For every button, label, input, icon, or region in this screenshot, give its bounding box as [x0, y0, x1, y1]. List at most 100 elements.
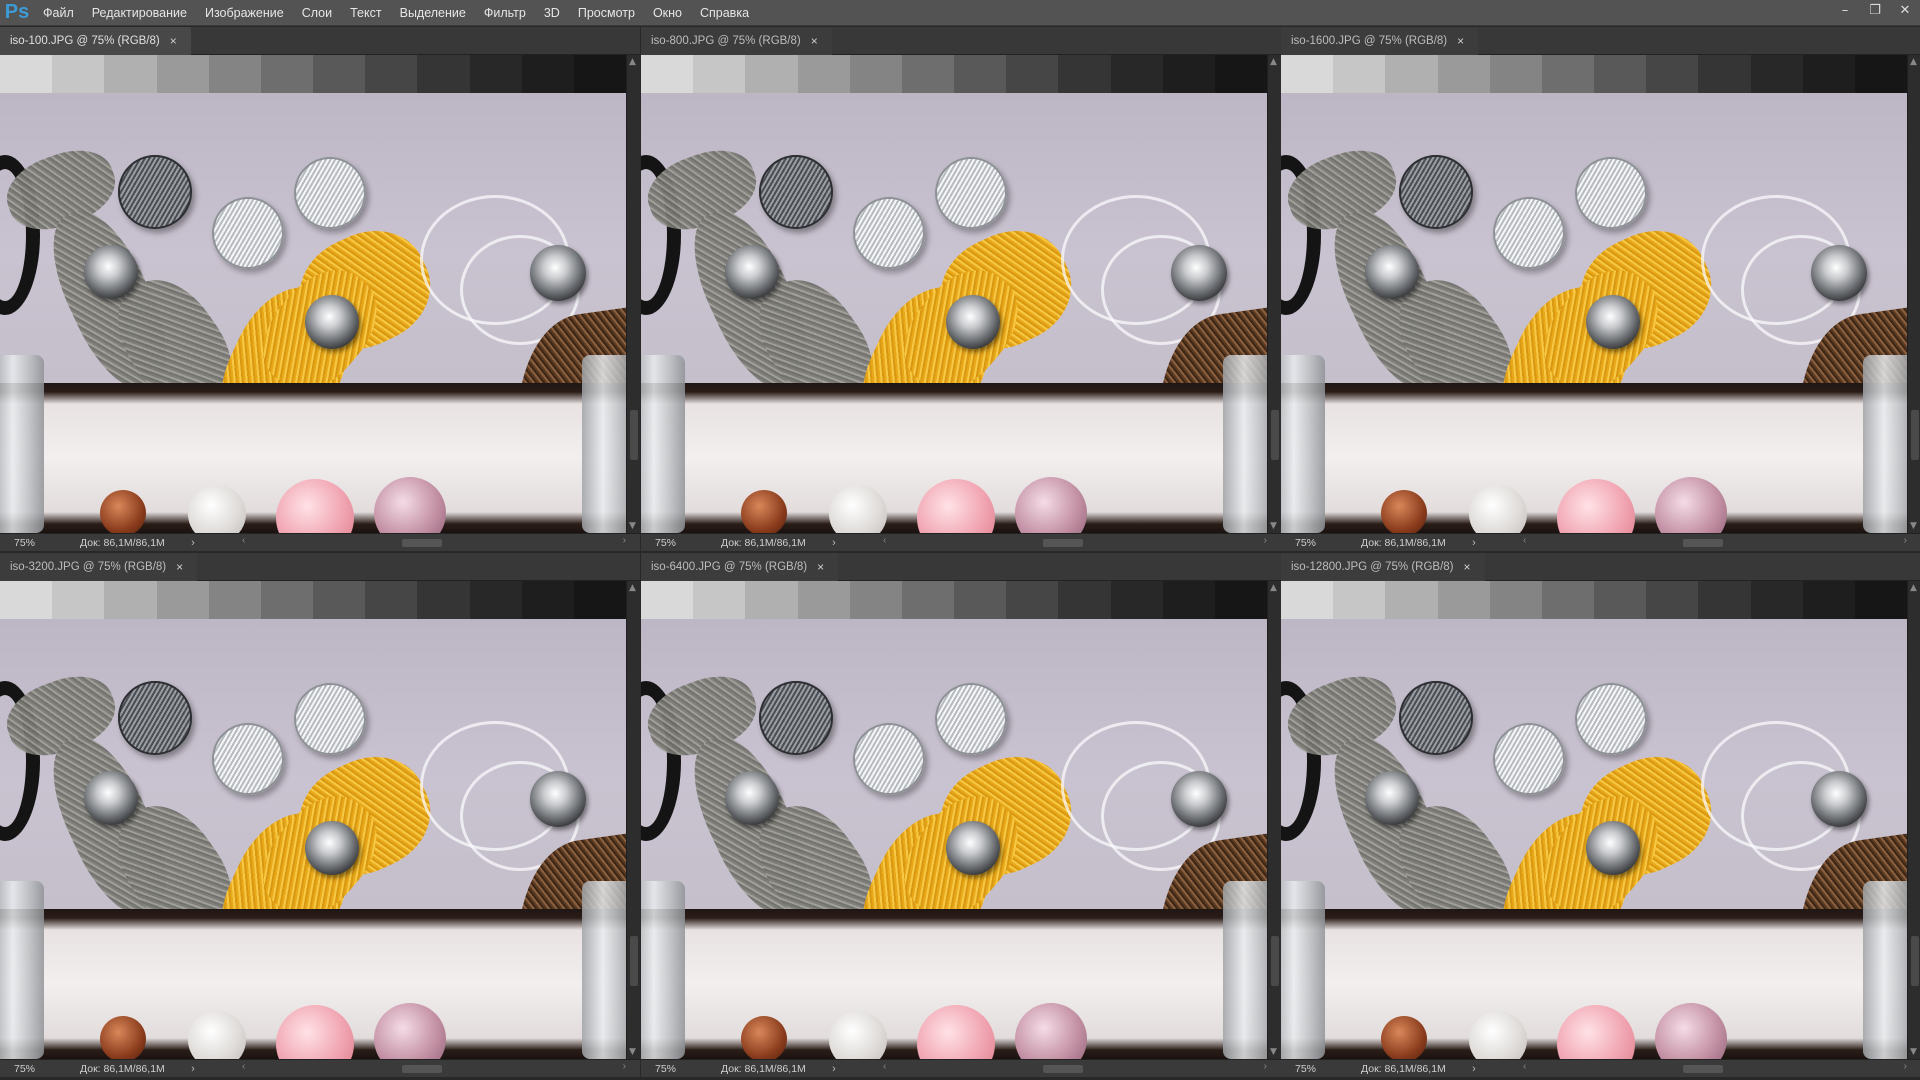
document-tab[interactable]: iso-800.JPG @ 75% (RGB/8) ×: [641, 27, 832, 55]
scroll-left-icon[interactable]: ‹: [883, 535, 886, 546]
document-canvas[interactable]: ▲ ▼: [0, 581, 640, 1059]
vertical-scroll-thumb[interactable]: [1271, 410, 1279, 460]
horizontal-scrollbar[interactable]: ‹ ›: [242, 1061, 626, 1074]
status-menu-arrow-icon[interactable]: ›: [182, 1063, 204, 1075]
scroll-right-icon[interactable]: ›: [623, 535, 626, 546]
photoshop-logo[interactable]: Ps: [0, 0, 34, 26]
minimize-button[interactable]: –: [1830, 0, 1860, 20]
vertical-scroll-thumb[interactable]: [630, 936, 638, 986]
scroll-down-icon[interactable]: ▼: [629, 1047, 636, 1057]
status-menu-arrow-icon[interactable]: ›: [823, 537, 845, 549]
menu-image[interactable]: Изображение: [196, 0, 293, 26]
vertical-scrollbar[interactable]: ▲ ▼: [1907, 581, 1920, 1059]
restore-button[interactable]: ❐: [1860, 0, 1890, 20]
close-tab-icon[interactable]: ×: [176, 560, 183, 574]
document-tab-title: iso-100.JPG @ 75% (RGB/8): [10, 35, 160, 47]
document-window: iso-6400.JPG @ 75% (RGB/8) × ▲ ▼ 75% Док…: [641, 553, 1281, 1077]
scroll-left-icon[interactable]: ‹: [883, 1061, 886, 1072]
zoom-level-field[interactable]: 75%: [0, 537, 52, 549]
close-tab-icon[interactable]: ×: [1464, 560, 1471, 574]
gray-scale-strip: [0, 55, 626, 93]
scroll-up-icon[interactable]: ▲: [1910, 583, 1917, 593]
vertical-scrollbar[interactable]: ▲ ▼: [1267, 581, 1281, 1059]
horizontal-scrollbar[interactable]: ‹ ›: [242, 535, 626, 548]
vertical-scrollbar[interactable]: ▲ ▼: [626, 55, 640, 533]
horizontal-scroll-thumb[interactable]: [1683, 539, 1723, 547]
menu-edit[interactable]: Редактирование: [83, 0, 196, 26]
status-bar: 75% Док: 86,1M/86,1M › ‹ ›: [0, 1059, 640, 1077]
gray-scale-strip: [1281, 581, 1907, 619]
close-tab-icon[interactable]: ×: [1457, 34, 1464, 48]
scroll-down-icon[interactable]: ▼: [1270, 521, 1277, 531]
scroll-up-icon[interactable]: ▲: [1270, 583, 1277, 593]
vertical-scrollbar[interactable]: ▲ ▼: [1267, 55, 1281, 533]
zoom-level-field[interactable]: 75%: [1281, 537, 1333, 549]
horizontal-scroll-thumb[interactable]: [1043, 1065, 1083, 1073]
menu-window[interactable]: Окно: [644, 0, 691, 26]
document-canvas[interactable]: ▲ ▼: [0, 55, 640, 533]
scroll-down-icon[interactable]: ▼: [1270, 1047, 1277, 1057]
scroll-left-icon[interactable]: ‹: [242, 535, 245, 546]
vertical-scroll-thumb[interactable]: [1911, 936, 1919, 986]
scroll-right-icon[interactable]: ›: [1904, 535, 1907, 546]
vertical-scrollbar[interactable]: ▲ ▼: [1907, 55, 1920, 533]
scroll-right-icon[interactable]: ›: [1904, 1061, 1907, 1072]
scroll-down-icon[interactable]: ▼: [629, 521, 636, 531]
menu-layers[interactable]: Слои: [293, 0, 341, 26]
close-tab-icon[interactable]: ×: [817, 560, 824, 574]
scroll-left-icon[interactable]: ‹: [242, 1061, 245, 1072]
document-canvas[interactable]: ▲ ▼: [641, 55, 1281, 533]
vertical-scrollbar[interactable]: ▲ ▼: [626, 581, 640, 1059]
zoom-level-field[interactable]: 75%: [641, 1063, 693, 1075]
document-size-info: Док: 86,1M/86,1M: [1361, 536, 1446, 549]
scroll-right-icon[interactable]: ›: [623, 1061, 626, 1072]
scroll-down-icon[interactable]: ▼: [1910, 1047, 1917, 1057]
horizontal-scrollbar[interactable]: ‹ ›: [883, 1061, 1267, 1074]
horizontal-scroll-thumb[interactable]: [1043, 539, 1083, 547]
menu-3d[interactable]: 3D: [535, 0, 569, 26]
close-button[interactable]: ✕: [1890, 0, 1920, 20]
menu-filter[interactable]: Фильтр: [475, 0, 535, 26]
menu-type[interactable]: Текст: [341, 0, 390, 26]
vertical-scroll-thumb[interactable]: [630, 410, 638, 460]
scroll-down-icon[interactable]: ▼: [1910, 521, 1917, 531]
status-menu-arrow-icon[interactable]: ›: [1463, 537, 1485, 549]
horizontal-scrollbar[interactable]: ‹ ›: [1523, 1061, 1907, 1074]
menu-file[interactable]: Файл: [34, 0, 83, 26]
status-menu-arrow-icon[interactable]: ›: [1463, 1063, 1485, 1075]
document-tab[interactable]: iso-1600.JPG @ 75% (RGB/8) ×: [1281, 27, 1479, 55]
status-menu-arrow-icon[interactable]: ›: [823, 1063, 845, 1075]
menu-view[interactable]: Просмотр: [569, 0, 644, 26]
menu-select[interactable]: Выделение: [391, 0, 475, 26]
status-menu-arrow-icon[interactable]: ›: [182, 537, 204, 549]
document-tab[interactable]: iso-3200.JPG @ 75% (RGB/8) ×: [0, 553, 198, 581]
menu-help[interactable]: Справка: [691, 0, 758, 26]
horizontal-scroll-thumb[interactable]: [402, 1065, 442, 1073]
document-canvas[interactable]: ▲ ▼: [1281, 581, 1920, 1059]
scroll-right-icon[interactable]: ›: [1264, 1061, 1267, 1072]
horizontal-scrollbar[interactable]: ‹ ›: [883, 535, 1267, 548]
close-tab-icon[interactable]: ×: [811, 34, 818, 48]
horizontal-scroll-thumb[interactable]: [402, 539, 442, 547]
close-tab-icon[interactable]: ×: [170, 34, 177, 48]
scroll-up-icon[interactable]: ▲: [629, 57, 636, 67]
menu-bar: Ps Файл Редактирование Изображение Слои …: [0, 0, 1920, 26]
document-tab[interactable]: iso-12800.JPG @ 75% (RGB/8) ×: [1281, 553, 1485, 581]
zoom-level-field[interactable]: 75%: [641, 537, 693, 549]
vertical-scroll-thumb[interactable]: [1271, 936, 1279, 986]
scroll-left-icon[interactable]: ‹: [1523, 535, 1526, 546]
zoom-level-field[interactable]: 75%: [1281, 1063, 1333, 1075]
document-canvas[interactable]: ▲ ▼: [641, 581, 1281, 1059]
horizontal-scroll-thumb[interactable]: [1683, 1065, 1723, 1073]
scroll-left-icon[interactable]: ‹: [1523, 1061, 1526, 1072]
zoom-level-field[interactable]: 75%: [0, 1063, 52, 1075]
scroll-up-icon[interactable]: ▲: [629, 583, 636, 593]
document-tab[interactable]: iso-6400.JPG @ 75% (RGB/8) ×: [641, 553, 839, 581]
vertical-scroll-thumb[interactable]: [1911, 410, 1919, 460]
horizontal-scrollbar[interactable]: ‹ ›: [1523, 535, 1907, 548]
scroll-up-icon[interactable]: ▲: [1270, 57, 1277, 67]
document-canvas[interactable]: ▲ ▼: [1281, 55, 1920, 533]
scroll-up-icon[interactable]: ▲: [1910, 57, 1917, 67]
scroll-right-icon[interactable]: ›: [1264, 535, 1267, 546]
document-tab[interactable]: iso-100.JPG @ 75% (RGB/8) ×: [0, 27, 191, 55]
